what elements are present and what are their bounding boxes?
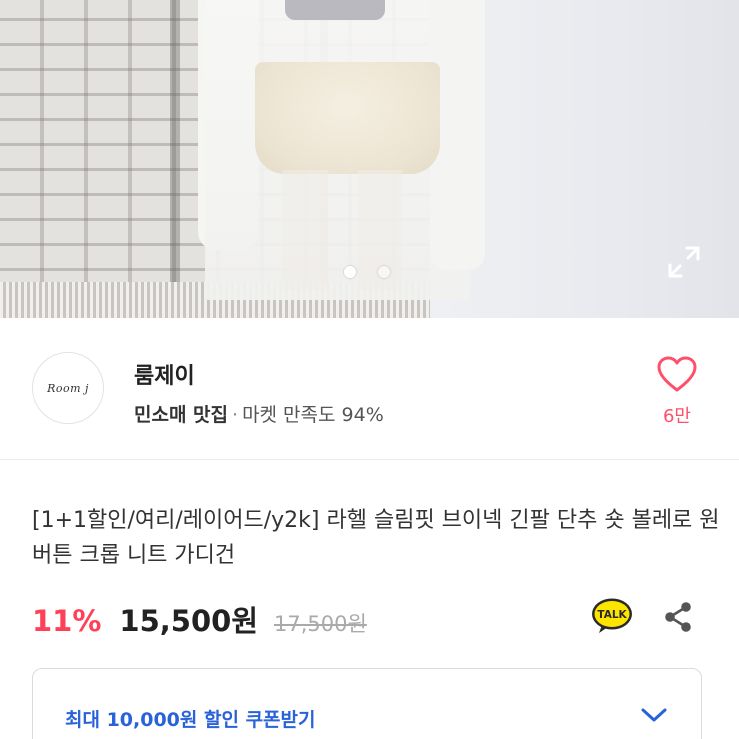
gallery-indicator bbox=[344, 266, 390, 278]
shop-tag: 민소매 맛집 bbox=[134, 404, 229, 426]
product-title: [1+1할인/여리/레이어드/y2k] 라헬 슬림핏 브이넥 긴팔 단추 숏 볼… bbox=[32, 508, 720, 568]
sale-price: 15,500원 bbox=[119, 604, 259, 638]
heart-icon[interactable] bbox=[655, 354, 699, 394]
inner-top bbox=[285, 0, 385, 20]
expand-icon[interactable] bbox=[666, 244, 702, 280]
separator: · bbox=[232, 404, 239, 426]
gallery-dot[interactable] bbox=[378, 266, 390, 278]
share-icon[interactable] bbox=[660, 599, 696, 635]
seller-row[interactable]: Room j 룸제이 민소매 맛집 · 마켓 만족도 94% 6만 bbox=[0, 318, 739, 460]
market-satisfaction: 마켓 만족도 94% bbox=[242, 404, 384, 426]
talk-label: TALK bbox=[597, 609, 627, 621]
discount-rate: 11% bbox=[32, 604, 102, 638]
like-count: 6만 bbox=[662, 406, 691, 427]
coupon-button[interactable]: 최대 10,000원 할인 쿠폰받기 bbox=[32, 668, 702, 739]
avatar-logo-text: Room j bbox=[47, 381, 89, 395]
gallery-dot-active[interactable] bbox=[344, 266, 356, 278]
original-price: 17,500원 bbox=[274, 612, 367, 636]
shop-name[interactable]: 룸제이 bbox=[134, 358, 195, 390]
avatar[interactable]: Room j bbox=[32, 352, 104, 424]
coupon-label: 최대 10,000원 할인 쿠폰받기 bbox=[65, 709, 316, 731]
kakao-talk-icon[interactable]: TALK bbox=[590, 597, 634, 635]
chevron-down-icon bbox=[641, 708, 667, 722]
price-row: 11% 15,500원 17,500원 bbox=[32, 598, 367, 638]
shorts bbox=[255, 62, 440, 174]
product-image[interactable] bbox=[0, 0, 739, 318]
shop-description: 민소매 맛집 · 마켓 만족도 94% bbox=[134, 400, 384, 427]
